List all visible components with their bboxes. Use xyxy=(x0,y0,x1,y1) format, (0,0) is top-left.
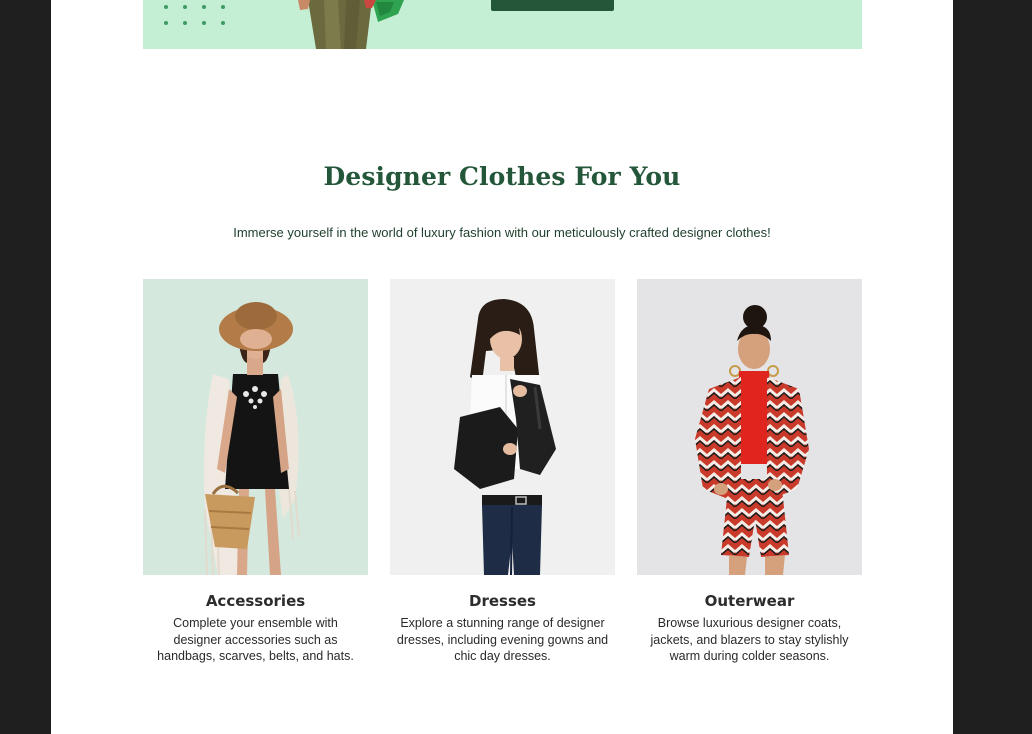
section-title: Designer Clothes For You xyxy=(323,162,681,191)
page-content: Designer Clothes For You Immerse yoursel… xyxy=(51,0,953,734)
accessories-image[interactable] xyxy=(143,279,368,575)
hero-cta-button[interactable] xyxy=(491,0,614,11)
hero-model-image xyxy=(298,0,404,49)
category-card-accessories[interactable]: Accessories Complete your ensemble with … xyxy=(143,279,368,665)
category-card-outerwear[interactable]: Outerwear Browse luxurious designer coat… xyxy=(637,279,862,665)
category-card-dresses[interactable]: Dresses Explore a stunning range of desi… xyxy=(390,279,615,665)
card-title: Dresses xyxy=(469,592,536,610)
card-description: Complete your ensemble with designer acc… xyxy=(157,616,354,663)
card-title: Outerwear xyxy=(704,592,795,610)
hero-banner xyxy=(143,0,862,49)
outerwear-image[interactable] xyxy=(637,279,862,575)
section-subtitle: Immerse yourself in the world of luxury … xyxy=(233,225,771,240)
card-description: Browse luxurious designer coats, jackets… xyxy=(650,616,849,663)
decorative-dots xyxy=(164,5,226,26)
dresses-image[interactable] xyxy=(390,279,615,575)
card-description: Explore a stunning range of designer dre… xyxy=(396,616,609,663)
card-title: Accessories xyxy=(205,592,306,610)
